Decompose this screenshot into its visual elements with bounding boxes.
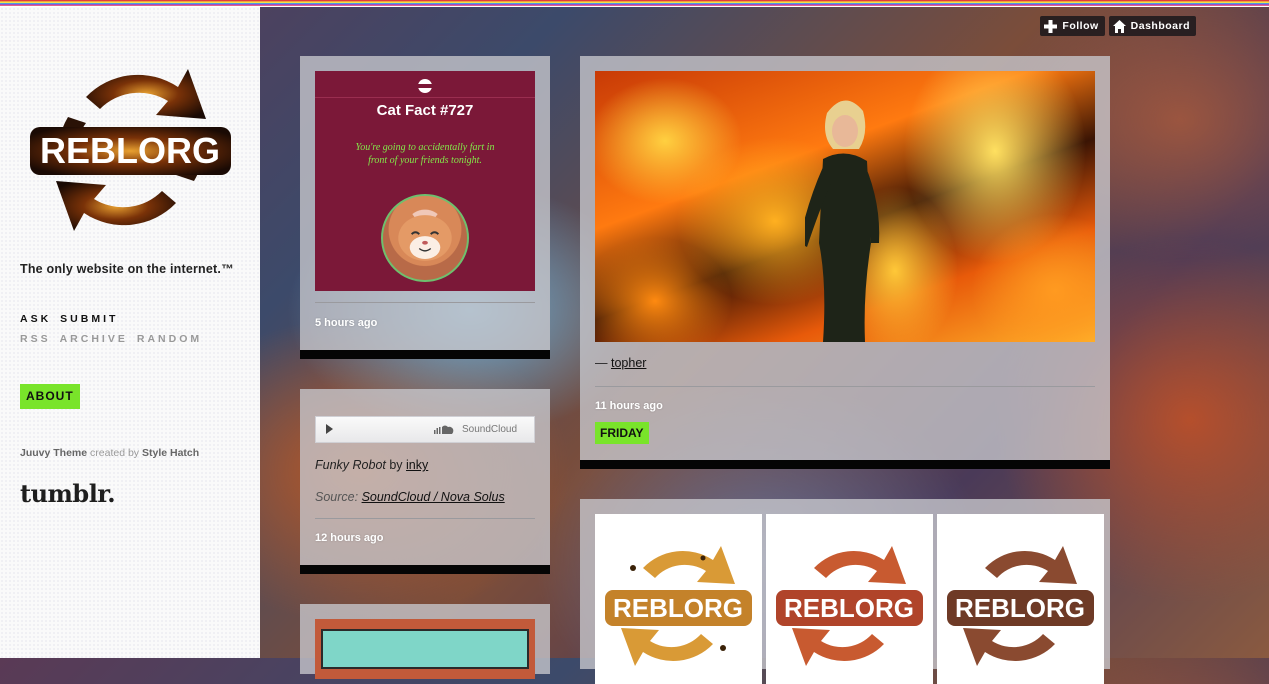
tile-logo-text: REBLORG <box>955 593 1085 623</box>
follow-label: Follow <box>1062 20 1099 32</box>
fire-gif-image[interactable] <box>595 71 1095 342</box>
reblorg-logo-pizza: REBLORG <box>776 546 923 666</box>
primary-nav: ASK SUBMIT <box>20 313 127 325</box>
post-photoset: REBLORG REBLORG REBLORG <box>580 499 1110 684</box>
author-link[interactable]: topher <box>611 356 646 370</box>
post-timestamp[interactable]: 11 hours ago <box>595 400 663 412</box>
nav-ask-link[interactable]: ASK <box>20 313 51 325</box>
secondary-nav: RSS ARCHIVE RANDOM <box>20 333 211 345</box>
source-label: Source: <box>315 490 362 504</box>
post-attribution: — topher <box>595 356 646 370</box>
cat-fact-title: Cat Fact #727 <box>376 102 474 119</box>
track-source: Source: SoundCloud / Nova Solus <box>315 490 505 504</box>
nav-submit-link[interactable]: SUBMIT <box>60 313 118 325</box>
about-button[interactable]: ABOUT <box>20 384 80 409</box>
post-divider <box>315 518 535 519</box>
cat-face-icon <box>398 205 452 261</box>
dashboard-button[interactable]: Dashboard <box>1108 16 1196 36</box>
reblorg-logo[interactable]: REBLORG <box>28 57 233 242</box>
artist-link[interactable]: inky <box>406 458 428 472</box>
post-timestamp[interactable]: 5 hours ago <box>315 317 377 329</box>
post-image[interactable] <box>315 619 535 679</box>
track-title: Funky Robot <box>315 458 386 472</box>
cat-photo <box>381 194 469 282</box>
theme-author-link[interactable]: Style Hatch <box>142 447 199 459</box>
nav-archive-link[interactable]: ARCHIVE <box>60 333 128 345</box>
top-color-stripe <box>0 0 1269 7</box>
home-icon <box>1112 19 1126 33</box>
tumblr-controls: Follow Dashboard <box>1040 16 1196 36</box>
track-info: Funky Robot by inky <box>315 458 428 472</box>
post-divider <box>315 302 535 303</box>
tag-friday[interactable]: FRIDAY <box>595 422 649 444</box>
post-timestamp[interactable]: 12 hours ago <box>315 532 383 544</box>
source-link[interactable]: SoundCloud / Nova Solus <box>362 490 505 504</box>
soundcloud-player[interactable]: SoundCloud <box>315 416 535 443</box>
theme-name-link[interactable]: Juuvy Theme <box>20 447 87 459</box>
image-detail <box>321 629 529 669</box>
post-gif: — topher 11 hours ago FRIDAY <box>580 56 1110 469</box>
cat-fact-image[interactable]: Cat Fact #727 You're going to accidental… <box>315 71 535 291</box>
tile-logo-text: REBLORG <box>784 593 914 623</box>
nav-random-link[interactable]: RANDOM <box>137 333 202 345</box>
nav-rss-link[interactable]: RSS <box>20 333 51 345</box>
dancing-woman-figure <box>805 100 880 342</box>
post-audio: SoundCloud Funky Robot by inky Source: S… <box>300 389 550 574</box>
credit-middle-text: created by <box>87 447 142 459</box>
tumblr-logo[interactable]: tumblr. <box>20 479 116 508</box>
theme-credit: Juuvy Theme created by Style Hatch <box>20 447 199 459</box>
post-divider <box>595 386 1095 387</box>
tile-logo-text: REBLORG <box>613 593 743 623</box>
post-partial <box>300 604 550 679</box>
follow-button[interactable]: Follow <box>1040 16 1105 36</box>
reblorg-logo-brown: REBLORG <box>947 546 1094 666</box>
soundcloud-label: SoundCloud <box>462 424 518 435</box>
reblorg-mini-icon <box>418 79 432 93</box>
by-word: by <box>385 458 407 472</box>
play-icon[interactable] <box>326 424 333 434</box>
post-cat-fact: Cat Fact #727 You're going to accidental… <box>300 56 550 359</box>
sidebar: REBLORG The only website on the internet… <box>0 7 260 658</box>
blog-tagline: The only website on the internet.™ <box>20 262 234 276</box>
reblorg-logo-leopard: REBLORG <box>605 546 752 666</box>
logo-text: REBLORG <box>40 130 220 171</box>
cat-fact-text: You're going to accidentally fart in fro… <box>355 142 495 166</box>
photoset-tile[interactable]: REBLORG <box>937 514 1104 684</box>
plus-icon <box>1044 19 1058 33</box>
photoset-tile[interactable]: REBLORG <box>766 514 933 684</box>
soundcloud-icon <box>434 425 454 434</box>
dashboard-label: Dashboard <box>1130 20 1190 32</box>
attribution-dash: — <box>595 356 611 370</box>
photoset-tile[interactable]: REBLORG <box>595 514 762 684</box>
